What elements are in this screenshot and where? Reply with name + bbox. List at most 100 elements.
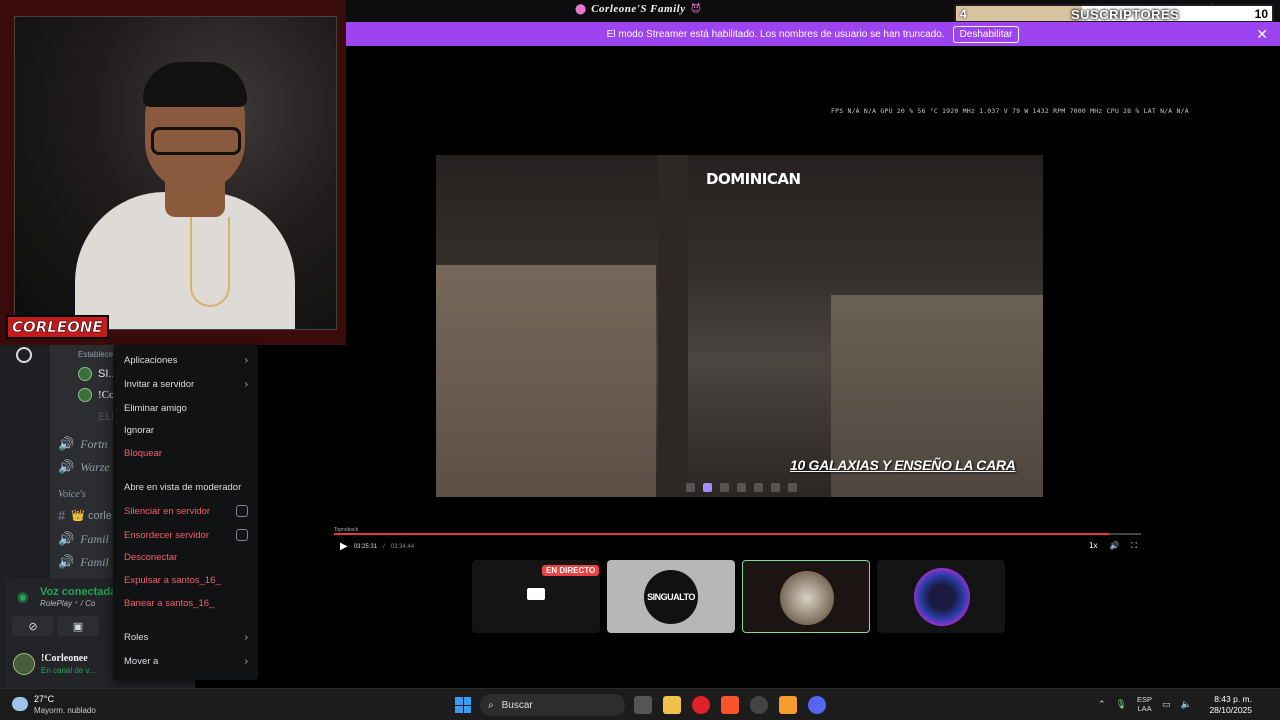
menu-item-move-to[interactable]: Mover a › bbox=[124, 656, 248, 667]
screen-share-button[interactable]: ▣ bbox=[57, 616, 99, 636]
microphone-icon[interactable]: 🎙 bbox=[1116, 699, 1127, 710]
webcam-overlay: CORLEONE bbox=[0, 0, 346, 345]
menu-item-roles[interactable]: Roles › bbox=[124, 632, 248, 643]
user-context-menu: Aplicaciones › Invitar a servidor › Elimin… bbox=[113, 345, 258, 680]
title-emoji-right: 😈 bbox=[690, 3, 702, 15]
windows-start-icon[interactable] bbox=[455, 697, 471, 713]
menu-item-ignore[interactable]: Ignorar bbox=[124, 425, 248, 436]
voice-channel-fortnite[interactable]: 🔊 Fortn bbox=[58, 436, 108, 452]
weather-desc[interactable]: Mayorm. nublado bbox=[34, 706, 96, 715]
chevron-up-icon[interactable]: ⌃ bbox=[1098, 699, 1106, 710]
live-badge: EN DIRECTO bbox=[542, 565, 600, 576]
chevron-right-icon: › bbox=[244, 379, 248, 390]
subscriber-goal-overlay: 4 SUSCRIPTORES 10 bbox=[954, 4, 1274, 23]
voice-status[interactable]: Voz conectada bbox=[40, 586, 116, 598]
language-indicator[interactable]: ESP LAA bbox=[1137, 695, 1152, 713]
voice-user-item[interactable]: !Co bbox=[78, 388, 115, 402]
speaker-icon: 🔊 bbox=[58, 554, 75, 569]
discord-icon[interactable] bbox=[808, 696, 826, 714]
video-progress-bar[interactable] bbox=[334, 533, 1141, 535]
scene-wall bbox=[436, 265, 656, 497]
fullscreen-icon[interactable]: ⛶ bbox=[1131, 541, 1137, 551]
channel-sub: Establece bbox=[78, 350, 114, 359]
taskbar: 27°C Mayorm. nublado ⌕ Buscar ⌃ 🎙 ESP LA… bbox=[0, 688, 1280, 720]
voice-channel-family-2[interactable]: 🔊 Famil bbox=[58, 554, 109, 570]
avatar bbox=[78, 367, 92, 381]
participant-tile-stream[interactable]: EN DIRECTO bbox=[472, 560, 600, 633]
play-icon[interactable]: ▶ bbox=[340, 541, 348, 552]
monitor-icon bbox=[527, 588, 545, 600]
network-icon[interactable]: ▭ bbox=[1162, 699, 1171, 710]
webcam-logo: CORLEONE bbox=[6, 315, 109, 339]
time-total: 03:34:44 bbox=[390, 543, 415, 550]
user-status: En canal de v... bbox=[41, 666, 96, 675]
person-glasses bbox=[151, 127, 241, 155]
steam-icon[interactable] bbox=[750, 696, 768, 714]
time-separator: / bbox=[383, 543, 385, 550]
avatar bbox=[78, 388, 92, 402]
menu-item-kick[interactable]: Expulsar a santos_16_ bbox=[124, 575, 248, 586]
volume-icon[interactable]: 🔈 bbox=[1181, 699, 1192, 710]
explore-icon[interactable] bbox=[16, 347, 32, 363]
menu-item-mod-view[interactable]: Abre en vista de moderador bbox=[124, 482, 248, 493]
disable-streamer-button[interactable]: Deshabilitar bbox=[952, 25, 1020, 43]
voice-channel-warzone[interactable]: 🔊 Warze bbox=[58, 459, 110, 475]
task-view-icon[interactable] bbox=[634, 696, 652, 714]
speed-button[interactable]: 1x bbox=[1089, 541, 1097, 551]
checkbox[interactable] bbox=[236, 505, 248, 517]
screen-share-icon: ▣ bbox=[72, 620, 84, 633]
menu-item-server-mute[interactable]: Silenciar en servidor bbox=[124, 505, 248, 517]
system-tray: ⌃ 🎙 ESP LAA ▭ 🔈 bbox=[1098, 695, 1192, 713]
menu-item-remove-friend[interactable]: Eliminar amigo bbox=[124, 403, 248, 414]
avatar[interactable] bbox=[13, 653, 35, 675]
hud-dot bbox=[754, 483, 763, 492]
app-icon[interactable] bbox=[779, 696, 797, 714]
webcam-feed bbox=[14, 16, 337, 330]
clock[interactable]: 8:43 p. m. 28/10/2025 bbox=[1209, 694, 1252, 716]
menu-item-disconnect[interactable]: Desconectar bbox=[124, 552, 248, 563]
avatar: SINGUALTO bbox=[644, 570, 698, 624]
taskbar-search[interactable]: ⌕ Buscar bbox=[480, 694, 625, 716]
checkbox[interactable] bbox=[236, 529, 248, 541]
menu-item-block[interactable]: Bloquear bbox=[124, 448, 248, 459]
brave-icon[interactable] bbox=[721, 696, 739, 714]
menu-item-server-deafen[interactable]: Ensordecer servidor bbox=[124, 529, 248, 541]
menu-item-ban[interactable]: Banear a santos_16_ bbox=[124, 598, 248, 609]
menu-item-invite[interactable]: Invitar a servidor › bbox=[124, 379, 248, 390]
speaker-icon: 🔊 bbox=[58, 436, 75, 451]
participant-tile-portrait[interactable] bbox=[742, 560, 870, 633]
weather-temp[interactable]: 27°C bbox=[34, 694, 54, 704]
voice-channel-family-1[interactable]: 🔊 Famil bbox=[58, 531, 109, 547]
stream-caption: 10 GALAXIAS Y ENSEÑO LA CARA bbox=[790, 457, 1016, 473]
signal-icon: ◉ bbox=[17, 589, 29, 604]
volume-icon[interactable]: 🔊 bbox=[1109, 541, 1119, 551]
participant-tile-logo[interactable]: SINGUALTO bbox=[607, 560, 735, 633]
speaker-icon: 🔊 bbox=[58, 531, 75, 546]
player-controls-left: ▶ 03:25:31 / 03:34:44 bbox=[340, 541, 414, 552]
subscriber-progress-fill bbox=[956, 6, 1083, 21]
subscriber-goal: 10 bbox=[1254, 7, 1268, 21]
file-explorer-icon[interactable] bbox=[663, 696, 681, 714]
hud-dot bbox=[720, 483, 729, 492]
close-icon[interactable]: ✕ bbox=[1256, 26, 1268, 43]
person-hair bbox=[143, 62, 247, 107]
performance-stats: FPS N/A N/A GPU 20 % 56 °C 1920 MHz 1.03… bbox=[831, 107, 1189, 115]
avatar bbox=[914, 568, 970, 626]
window-title-text: Corleone'S Family bbox=[591, 3, 686, 15]
subscriber-label: SUSCRIPTORES bbox=[1071, 7, 1180, 22]
voice-user-item[interactable]: SI... bbox=[78, 367, 118, 381]
weather-icon[interactable] bbox=[12, 697, 28, 711]
title-emoji-left: ⬤ bbox=[575, 3, 587, 15]
hud-dot bbox=[703, 483, 712, 492]
chevron-right-icon: › bbox=[244, 355, 248, 366]
stream-video[interactable]: DOMINICAN 10 GALAXIAS Y ENSEÑO LA CARA bbox=[436, 155, 1043, 497]
video-progress-fill bbox=[334, 533, 1109, 535]
opera-icon[interactable] bbox=[692, 696, 710, 714]
channel-category[interactable]: Voice's bbox=[58, 489, 86, 500]
text-channel-corle[interactable]: # 👑 corle bbox=[58, 508, 112, 523]
participant-tile-orb[interactable] bbox=[877, 560, 1005, 633]
banner-text: El modo Streamer está habilitado. Los no… bbox=[606, 28, 945, 40]
hash-icon: # bbox=[58, 508, 66, 523]
camera-off-button[interactable]: ⊘ bbox=[12, 616, 54, 636]
menu-item-apps[interactable]: Aplicaciones › bbox=[124, 355, 248, 366]
